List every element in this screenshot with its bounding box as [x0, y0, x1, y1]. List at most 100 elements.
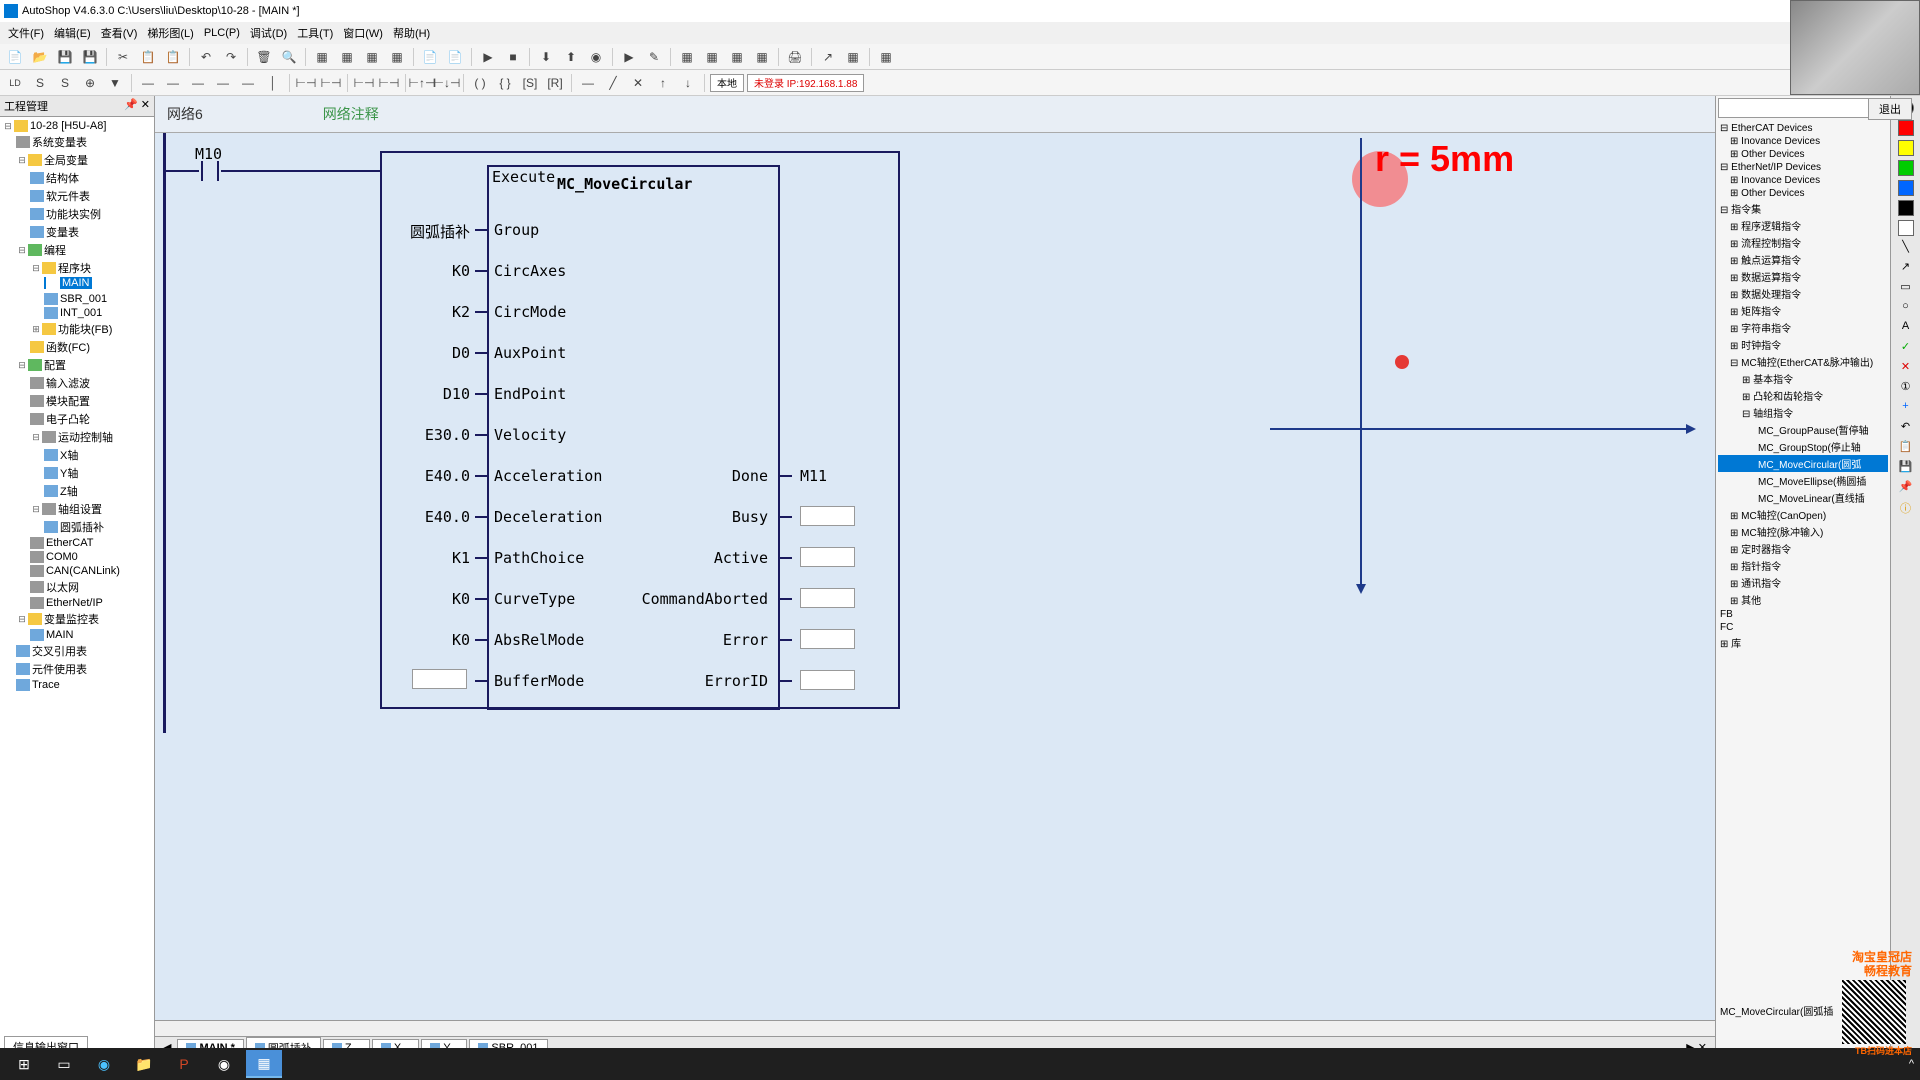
t2-icon[interactable]: ▦: [701, 46, 723, 68]
ld-pulse1[interactable]: ⊢↑⊣: [411, 72, 433, 94]
stop-icon[interactable]: ■: [502, 46, 524, 68]
menu-help[interactable]: 帮助(H): [393, 25, 430, 41]
copy-icon[interactable]: 📋: [137, 46, 159, 68]
exit-button[interactable]: 退出: [1868, 98, 1912, 120]
text-tool-icon[interactable]: A: [1897, 320, 1915, 336]
pin-icon[interactable]: 📌: [1897, 480, 1915, 496]
undo-icon[interactable]: ↶: [195, 46, 217, 68]
obs-icon[interactable]: ◉: [206, 1050, 242, 1078]
download-icon[interactable]: ⬇: [535, 46, 557, 68]
ld-wire-h[interactable]: —: [137, 72, 159, 94]
save2-icon[interactable]: 💾: [1897, 460, 1915, 476]
circle-tool-icon[interactable]: ○: [1897, 300, 1915, 316]
contact-no[interactable]: [197, 161, 223, 181]
ld-contact4[interactable]: ⊢⊣: [378, 72, 400, 94]
menu-ladder[interactable]: 梯形图(L): [147, 25, 193, 41]
ld-tool1[interactable]: LD: [4, 72, 26, 94]
tool3-icon[interactable]: ▦: [361, 46, 383, 68]
ld-tool3[interactable]: S: [54, 72, 76, 94]
undo2-icon[interactable]: ↶: [1897, 420, 1915, 436]
ld-x[interactable]: ✕: [627, 72, 649, 94]
check-icon[interactable]: ✓: [1897, 340, 1915, 356]
menu-view[interactable]: 查看(V): [101, 25, 138, 41]
t5-icon[interactable]: ↗: [817, 46, 839, 68]
ppt-icon[interactable]: P: [166, 1050, 202, 1078]
saveall-icon[interactable]: 💾: [79, 46, 101, 68]
new-icon[interactable]: 📄: [4, 46, 26, 68]
menu-edit[interactable]: 编辑(E): [54, 25, 91, 41]
monitor-icon[interactable]: ▶: [618, 46, 640, 68]
menu-window[interactable]: 窗口(W): [343, 25, 383, 41]
start-button[interactable]: ⊞: [6, 1050, 42, 1078]
local-box[interactable]: 本地: [710, 74, 744, 92]
ld-wire-h2[interactable]: —: [162, 72, 184, 94]
delete-icon[interactable]: 🗑: [253, 46, 275, 68]
instruction-tree[interactable]: ⊟ EtherCAT Devices ⊞ Inovance Devices ⊞ …: [1716, 120, 1890, 653]
ld-wire-v[interactable]: │: [262, 72, 284, 94]
cut-icon[interactable]: ✂: [112, 46, 134, 68]
t3-icon[interactable]: ▦: [726, 46, 748, 68]
compare-icon[interactable]: ◉: [585, 46, 607, 68]
taskview-icon[interactable]: ▭: [46, 1050, 82, 1078]
t7-icon[interactable]: ▦: [875, 46, 897, 68]
t1-icon[interactable]: ▦: [676, 46, 698, 68]
ld-tool4[interactable]: ⊕: [79, 72, 101, 94]
tray-up-icon[interactable]: ^: [1909, 1058, 1914, 1070]
network-comment[interactable]: 网络注释: [323, 104, 379, 124]
x-icon[interactable]: ✕: [1897, 360, 1915, 376]
tool4-icon[interactable]: ▦: [386, 46, 408, 68]
info-icon[interactable]: ⓘ: [1897, 500, 1915, 516]
function-block[interactable]: Execute MC_MoveCircular 圆弧插补GroupK0CircA…: [380, 151, 900, 709]
t6-icon[interactable]: ▦: [842, 46, 864, 68]
paste-icon[interactable]: 📋: [162, 46, 184, 68]
ld-wire-h5[interactable]: —: [237, 72, 259, 94]
menu-tools[interactable]: 工具(T): [297, 25, 333, 41]
ld-contact2[interactable]: ⊢⊣: [320, 72, 342, 94]
horizontal-scrollbar[interactable]: [155, 1020, 1715, 1036]
menu-plc[interactable]: PLC(P): [204, 27, 240, 39]
color-blue[interactable]: [1898, 180, 1914, 196]
ladder-editor[interactable]: 网络6 网络注释 M10 Execute MC_MoveCircular 圆弧插…: [155, 96, 1715, 1020]
right-search-input[interactable]: [1718, 98, 1888, 118]
ld-pulse2[interactable]: ⊢↓⊣: [436, 72, 458, 94]
num-tool-icon[interactable]: ①: [1897, 380, 1915, 396]
save-icon[interactable]: 💾: [54, 46, 76, 68]
color-black2[interactable]: [1898, 200, 1914, 216]
ld-down[interactable]: ↓: [677, 72, 699, 94]
menu-file[interactable]: 文件(F): [8, 25, 44, 41]
edit-icon[interactable]: ✎: [643, 46, 665, 68]
login-status[interactable]: 未登录 IP:192.168.1.88: [747, 74, 864, 92]
color-white[interactable]: [1898, 220, 1914, 236]
ld-coil2[interactable]: { }: [494, 72, 516, 94]
ld-coil3[interactable]: [S]: [519, 72, 541, 94]
plus-icon[interactable]: +: [1897, 400, 1915, 416]
t4-icon[interactable]: ▦: [751, 46, 773, 68]
open-icon[interactable]: 📂: [29, 46, 51, 68]
edge-icon[interactable]: ◉: [86, 1050, 122, 1078]
tool-icon[interactable]: ▦: [311, 46, 333, 68]
ld-wire-h4[interactable]: —: [212, 72, 234, 94]
line-tool-icon[interactable]: ╲: [1897, 240, 1915, 256]
panel-pin-icon[interactable]: 📌 ✕: [124, 98, 150, 114]
ld-tool2[interactable]: S: [29, 72, 51, 94]
explorer-icon[interactable]: 📁: [126, 1050, 162, 1078]
ld-wire-h3[interactable]: —: [187, 72, 209, 94]
arrow-tool-icon[interactable]: ↗: [1897, 260, 1915, 276]
ld-coil4[interactable]: [R]: [544, 72, 566, 94]
color-green[interactable]: [1898, 160, 1914, 176]
ld-line[interactable]: —: [577, 72, 599, 94]
menu-debug[interactable]: 调试(D): [250, 25, 287, 41]
print-icon[interactable]: 🖨: [784, 46, 806, 68]
tool5-icon[interactable]: 📄: [419, 46, 441, 68]
ld-contact1[interactable]: ⊢⊣: [295, 72, 317, 94]
ld-tool5[interactable]: ▼: [104, 72, 126, 94]
color-yellow[interactable]: [1898, 140, 1914, 156]
rect-tool-icon[interactable]: ▭: [1897, 280, 1915, 296]
ld-diag[interactable]: ╱: [602, 72, 624, 94]
ld-coil1[interactable]: ( ): [469, 72, 491, 94]
run-icon[interactable]: ▶: [477, 46, 499, 68]
autoshop-taskbar-icon[interactable]: ▦: [246, 1050, 282, 1078]
color-red[interactable]: [1898, 120, 1914, 136]
search-icon[interactable]: 🔍: [278, 46, 300, 68]
upload-icon[interactable]: ⬆: [560, 46, 582, 68]
